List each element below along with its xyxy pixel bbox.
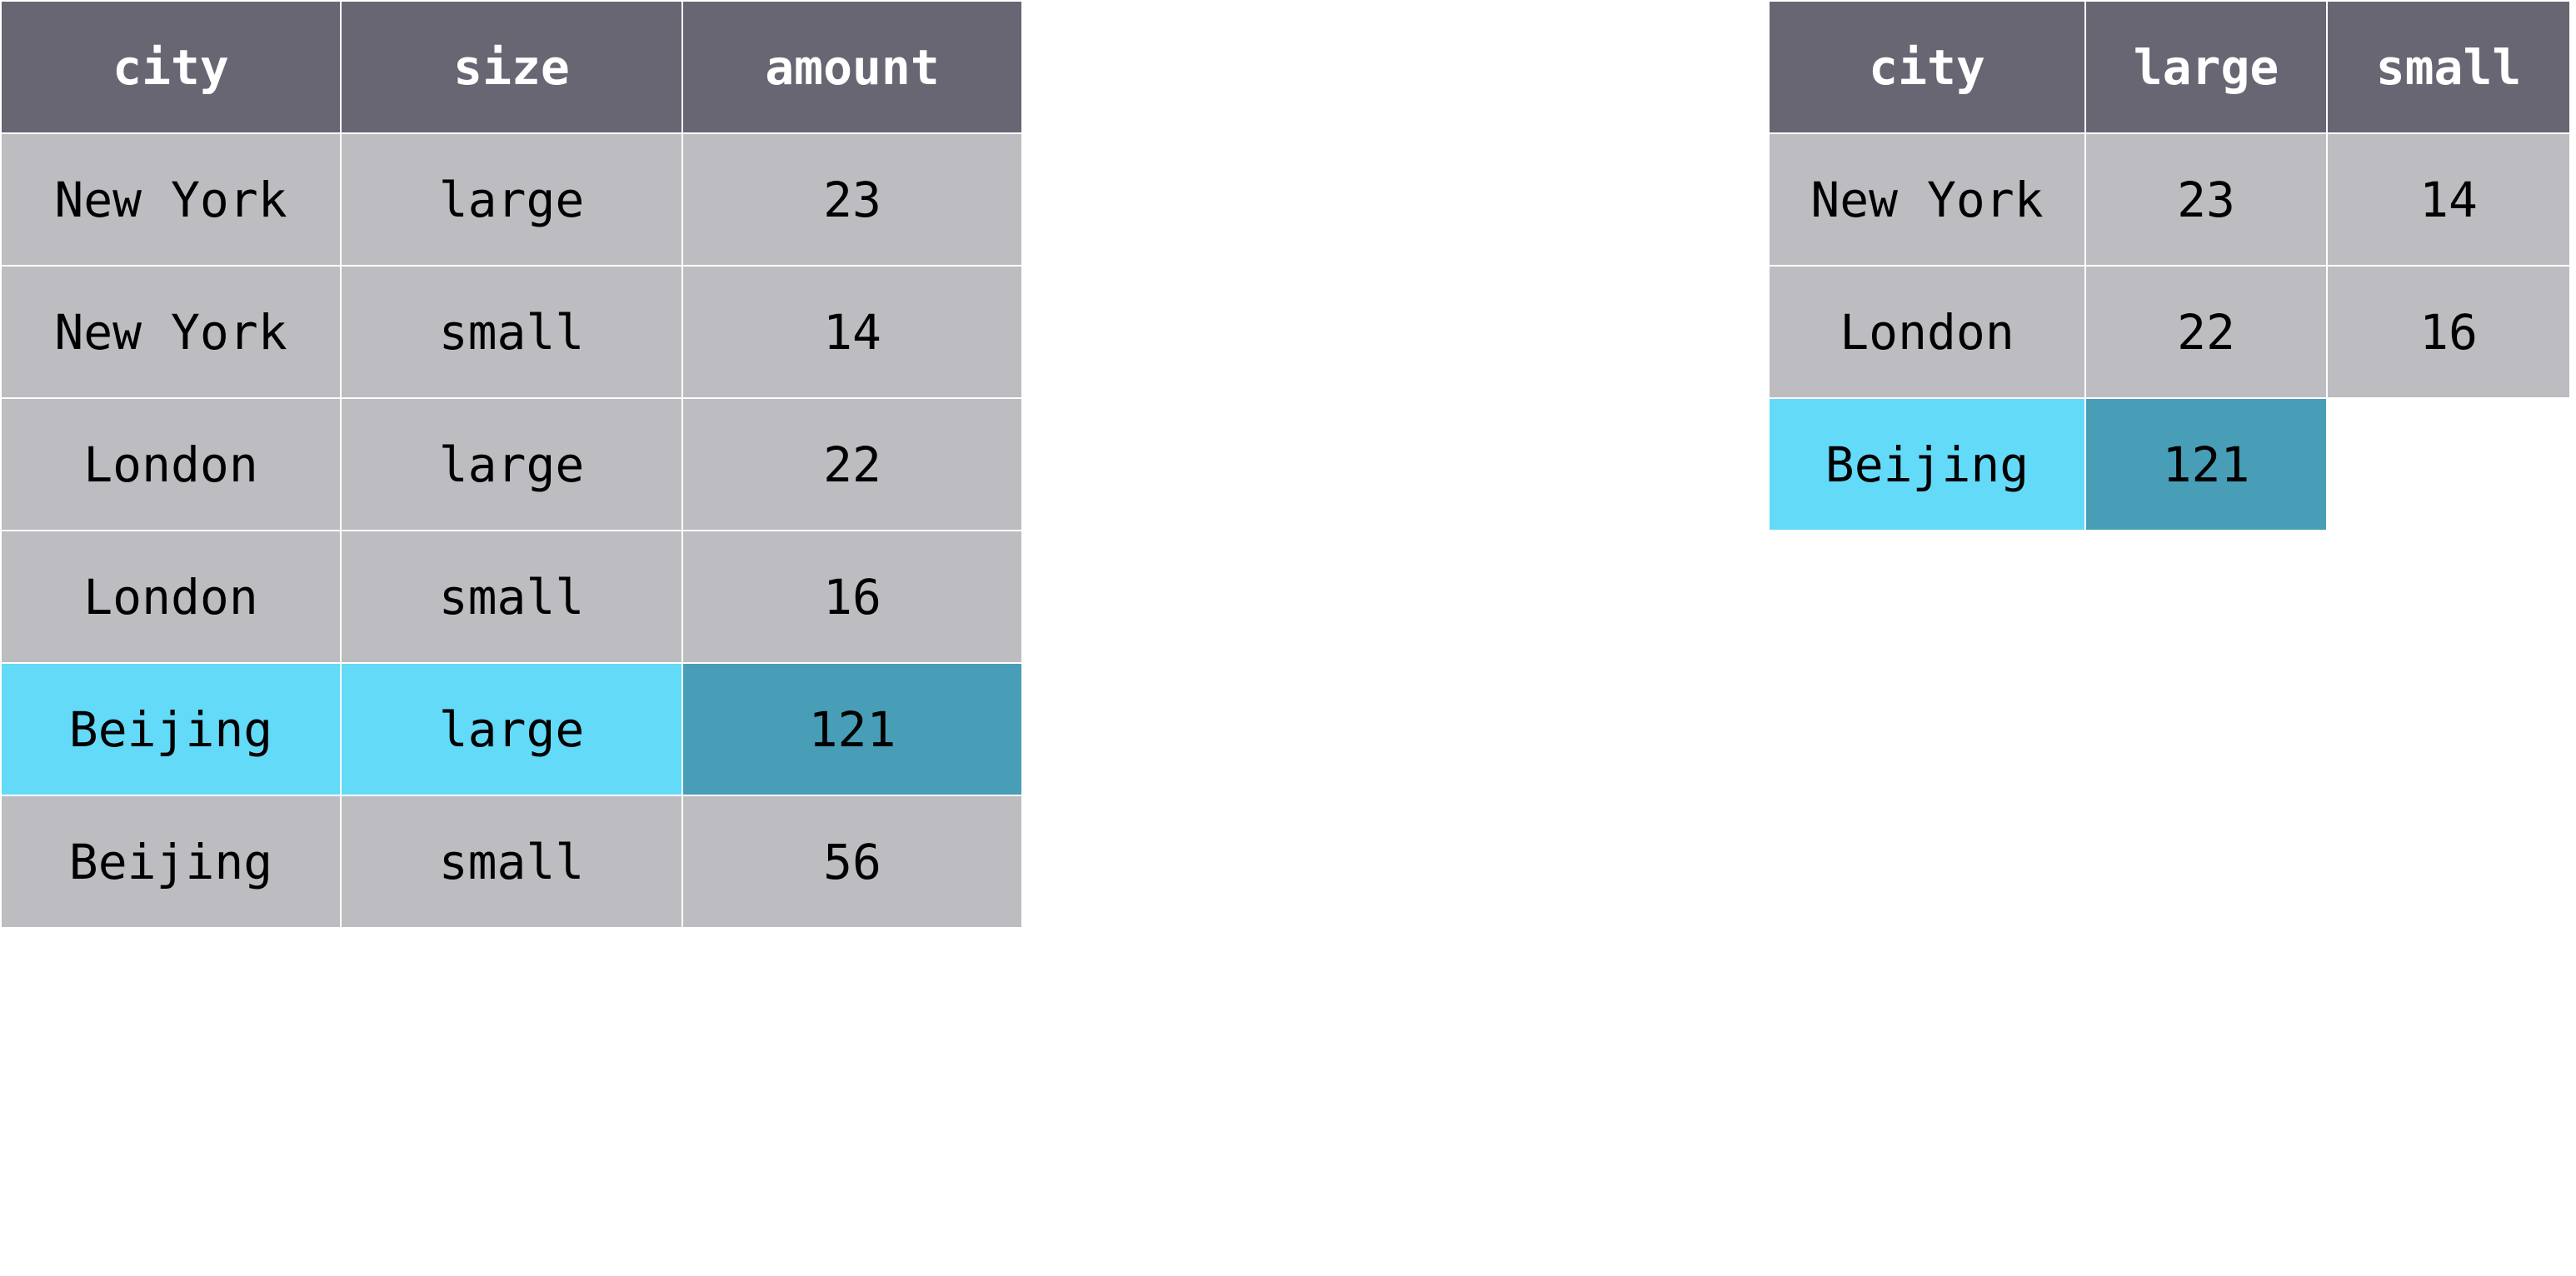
header-small: small	[2328, 2, 2569, 132]
highlighted-value-cell: 121	[683, 664, 1021, 795]
header-large: large	[2086, 2, 2326, 132]
header-size: size	[342, 2, 681, 132]
table-cell: small	[342, 796, 681, 927]
empty-cell	[2328, 399, 2569, 530]
wide-format-table: city large small New York 23 14 London 2…	[1770, 2, 2569, 530]
table-cell: New York	[2, 134, 340, 265]
table-cell: London	[2, 399, 340, 530]
table-cell: 16	[683, 531, 1021, 662]
table-cell: 23	[683, 134, 1021, 265]
table-cell: small	[342, 267, 681, 397]
table-cell: 23	[2086, 134, 2326, 265]
highlighted-key-cell: large	[342, 664, 681, 795]
table-cell: 22	[2086, 267, 2326, 397]
highlighted-value-cell: 121	[2086, 399, 2326, 530]
table-cell: London	[2, 531, 340, 662]
table-cell: large	[342, 399, 681, 530]
table-cell: 14	[2328, 134, 2569, 265]
table-cell: 22	[683, 399, 1021, 530]
table-cell: small	[342, 531, 681, 662]
table-cell: 56	[683, 796, 1021, 927]
table-cell: London	[1770, 267, 2084, 397]
long-format-table: city size amount New York large 23 New Y…	[2, 2, 1021, 927]
table-cell: New York	[2, 267, 340, 397]
table-cell: 14	[683, 267, 1021, 397]
highlighted-key-cell: Beijing	[2, 664, 340, 795]
table-cell: Beijing	[2, 796, 340, 927]
header-city: city	[2, 2, 340, 132]
header-amount: amount	[683, 2, 1021, 132]
table-cell: New York	[1770, 134, 2084, 265]
table-cell: 16	[2328, 267, 2569, 397]
header-city: city	[1770, 2, 2084, 132]
highlighted-key-cell: Beijing	[1770, 399, 2084, 530]
table-cell: large	[342, 134, 681, 265]
